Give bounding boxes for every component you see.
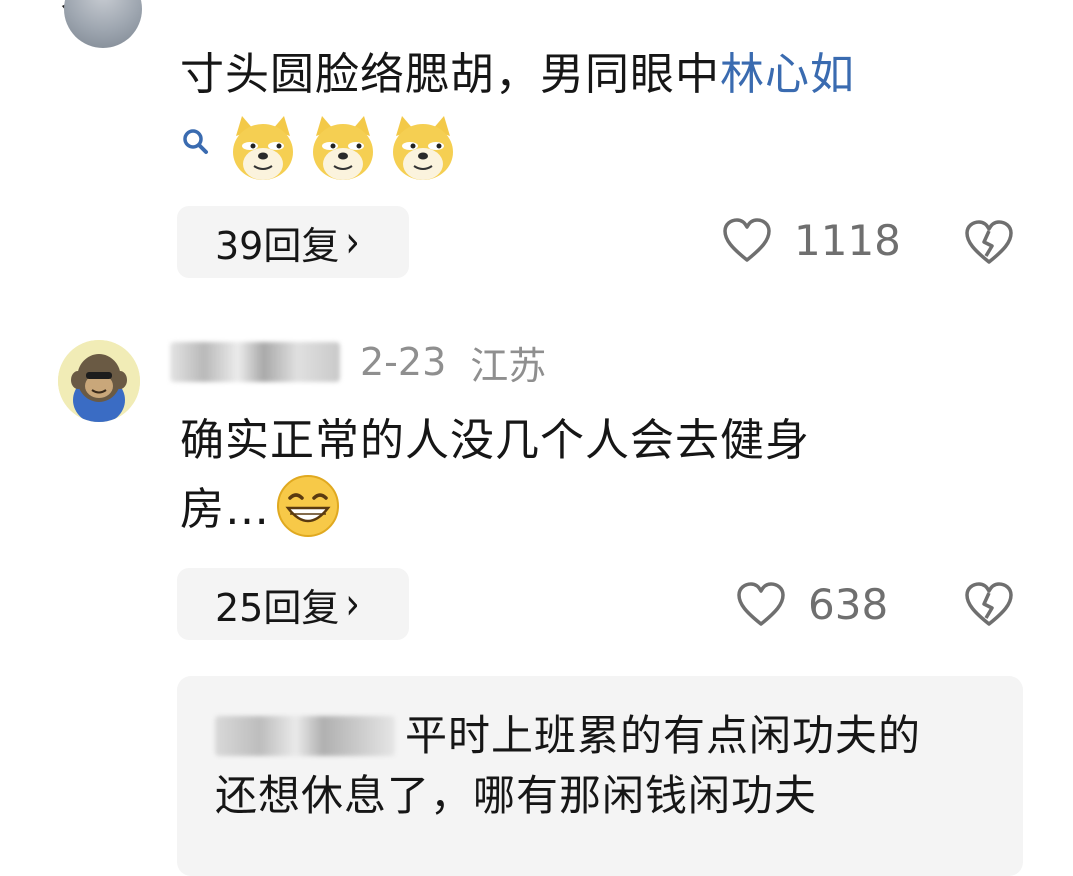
reply-count-button[interactable]: 39回复 ›	[177, 206, 409, 278]
chevron-right-icon: ›	[345, 579, 360, 629]
mention-link[interactable]: 林心如	[720, 49, 855, 100]
comment-line-2: 房…	[180, 472, 980, 541]
dislike-heart-icon[interactable]	[964, 220, 1014, 266]
search-icon[interactable]	[180, 126, 210, 156]
comment-line-text: 房…	[180, 484, 270, 535]
reply-count-button[interactable]: 25回复 ›	[177, 568, 409, 640]
doge-emoji-icon	[313, 116, 373, 180]
sub-reply-text: 平时上班累的有点闲功夫的 还想休息了，哪有那闲钱闲功夫	[215, 706, 1015, 826]
comment-body: 寸头圆脸络腮胡，男同眼中	[180, 49, 720, 100]
heart-icon[interactable]	[722, 217, 772, 264]
avatar[interactable]	[64, 0, 142, 48]
blurred-username	[170, 342, 340, 382]
sub-reply-line-text: 平时上班累的有点闲功夫的	[405, 711, 922, 760]
avatar[interactable]	[58, 340, 140, 422]
comment-text: 寸头圆脸络腮胡，男同眼中林心如	[180, 44, 1040, 106]
reply-count-label: 39回复	[215, 223, 340, 268]
comment-location: 江苏	[470, 343, 547, 388]
sub-reply-line-2: 还想休息了，哪有那闲钱闲功夫	[215, 771, 818, 820]
like-count: 638	[808, 580, 889, 629]
like-count: 1118	[794, 216, 901, 265]
blurred-username	[215, 716, 395, 756]
previous-comment-cutoff: 大	[60, 0, 960, 10]
reply-count-label: 25回复	[215, 585, 340, 630]
comment-meta: 2-23 江苏	[170, 340, 546, 388]
sub-reply-preview[interactable]: 平时上班累的有点闲功夫的 还想休息了，哪有那闲钱闲功夫	[177, 676, 1023, 876]
comment-line: 确实正常的人没几个人会去健身	[180, 415, 810, 466]
doge-emoji-icon	[393, 116, 453, 180]
comment-text: 确实正常的人没几个人会去健身 房…	[180, 410, 980, 541]
ape-avatar-icon	[58, 340, 140, 422]
chevron-right-icon: ›	[345, 217, 360, 267]
heart-icon[interactable]	[736, 581, 786, 628]
emoji-row	[228, 114, 458, 184]
sub-reply-line: 平时上班累的有点闲功夫的	[215, 706, 1015, 766]
like-group[interactable]: 1118	[722, 216, 901, 265]
doge-emoji-icon	[233, 116, 293, 180]
dislike-heart-icon[interactable]	[964, 582, 1014, 628]
comment-date: 2-23	[360, 340, 447, 384]
like-group[interactable]: 638	[736, 580, 888, 629]
grin-emoji-icon	[277, 475, 339, 537]
